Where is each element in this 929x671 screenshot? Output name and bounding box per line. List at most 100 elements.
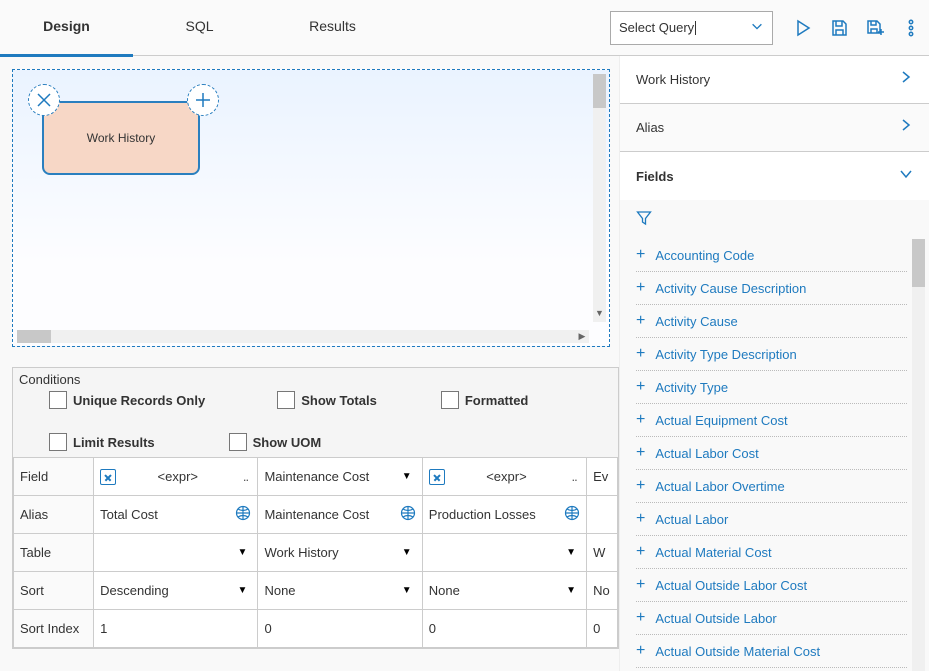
- design-canvas[interactable]: Work History ▼ ▶: [12, 69, 610, 347]
- plus-icon: +: [636, 609, 645, 627]
- scrollbar-thumb[interactable]: [912, 239, 925, 287]
- field-item[interactable]: +Activity Cause: [636, 305, 907, 338]
- formatted-label: Formatted: [465, 393, 529, 408]
- scroll-down-icon[interactable]: ▼: [593, 308, 606, 322]
- save-as-button[interactable]: [857, 10, 893, 46]
- canvas-node-work-history[interactable]: Work History: [42, 101, 200, 175]
- save-button[interactable]: [821, 10, 857, 46]
- field-item[interactable]: + Actual Labor Cost: [636, 437, 907, 470]
- field-item[interactable]: +Actual Labor: [636, 503, 907, 536]
- formatted-checkbox[interactable]: [441, 391, 459, 409]
- field-item[interactable]: +Actual Outside Labor Cost: [636, 569, 907, 602]
- node-remove-button[interactable]: [28, 84, 60, 116]
- plus-icon: +: [636, 411, 645, 429]
- alias-cell[interactable]: Production Losses: [422, 496, 586, 534]
- select-query-dropdown[interactable]: Select Query: [610, 11, 773, 45]
- filter-icon[interactable]: [636, 214, 652, 229]
- field-item[interactable]: +Actual Material Cost: [636, 536, 907, 569]
- dropdown-icon[interactable]: ▼: [237, 547, 251, 558]
- table-cell[interactable]: ▼: [422, 534, 586, 572]
- section-fields[interactable]: Fields: [620, 152, 929, 200]
- scroll-right-icon[interactable]: ▶: [575, 330, 589, 343]
- field-item[interactable]: +Actual Outside Material Cost: [636, 635, 907, 668]
- field-name: Activity Type Description: [655, 347, 796, 362]
- plus-icon: +: [636, 642, 645, 660]
- show-totals-checkbox[interactable]: [277, 391, 295, 409]
- dropdown-icon[interactable]: ▼: [402, 471, 416, 482]
- canvas-h-scrollbar[interactable]: ▶: [17, 330, 589, 343]
- sortindex-cell[interactable]: 0: [258, 610, 422, 648]
- dropdown-icon[interactable]: ▼: [402, 547, 416, 558]
- globe-icon[interactable]: [564, 505, 580, 524]
- chevron-down-icon: [899, 167, 913, 186]
- row-header-sort: Sort: [14, 572, 94, 610]
- table-cell[interactable]: Work History▼: [258, 534, 422, 572]
- table-cell[interactable]: W: [587, 534, 618, 572]
- limit-results-checkbox[interactable]: [49, 433, 67, 451]
- clear-icon[interactable]: [429, 469, 445, 485]
- field-item[interactable]: +Accounting Code: [636, 239, 907, 272]
- conditions-section: Conditions Unique Records Only Show Tota…: [12, 367, 619, 649]
- sort-cell[interactable]: No: [587, 572, 618, 610]
- field-name: Actual Outside Labor Cost: [655, 578, 807, 593]
- tab-sql[interactable]: SQL: [133, 0, 266, 57]
- field-name: Actual Equipment Cost: [655, 413, 787, 428]
- field-item[interactable]: +Actual Outside Labor: [636, 602, 907, 635]
- sort-cell[interactable]: None▼: [422, 572, 586, 610]
- scrollbar-thumb[interactable]: [593, 74, 606, 108]
- plus-icon: +: [636, 444, 645, 462]
- field-item[interactable]: + Actual Equipment Cost: [636, 404, 907, 437]
- table-cell[interactable]: ▼: [94, 534, 258, 572]
- field-cell[interactable]: <expr>..: [94, 458, 258, 496]
- field-item[interactable]: +Activity Cause Description: [636, 272, 907, 305]
- show-uom-checkbox[interactable]: [229, 433, 247, 451]
- field-cell[interactable]: Maintenance Cost▼: [258, 458, 422, 496]
- field-cell[interactable]: <expr>..: [422, 458, 586, 496]
- field-item[interactable]: +Activity Type Description: [636, 338, 907, 371]
- right-panel: Work History Alias Fields +Accounting Co…: [619, 56, 929, 671]
- alias-cell[interactable]: Maintenance Cost: [258, 496, 422, 534]
- tab-results[interactable]: Results: [266, 0, 399, 57]
- plus-icon: +: [636, 477, 645, 495]
- field-name: Actual Labor Cost: [655, 446, 758, 461]
- sortindex-cell[interactable]: 0: [422, 610, 586, 648]
- field-item[interactable]: +Actual Labor Overtime: [636, 470, 907, 503]
- scrollbar-thumb[interactable]: [17, 330, 51, 343]
- section-alias[interactable]: Alias: [620, 104, 929, 152]
- sortindex-cell[interactable]: 0: [587, 610, 618, 648]
- row-header-table: Table: [14, 534, 94, 572]
- field-cell[interactable]: Ev: [587, 458, 618, 496]
- clear-icon[interactable]: [100, 469, 116, 485]
- sortindex-cell[interactable]: 1: [94, 610, 258, 648]
- plus-icon: +: [636, 510, 645, 528]
- main-tabs: Design SQL Results: [0, 0, 399, 57]
- alias-cell[interactable]: [587, 496, 618, 534]
- run-button[interactable]: [785, 10, 821, 46]
- sort-cell[interactable]: Descending▼: [94, 572, 258, 610]
- ellipsis-icon[interactable]: ..: [568, 469, 580, 484]
- dropdown-icon[interactable]: ▼: [566, 585, 580, 596]
- globe-icon[interactable]: [235, 505, 251, 524]
- dropdown-icon[interactable]: ▼: [237, 585, 251, 596]
- sort-cell[interactable]: None▼: [258, 572, 422, 610]
- unique-records-checkbox[interactable]: [49, 391, 67, 409]
- more-menu-button[interactable]: [893, 10, 929, 46]
- plus-icon: +: [636, 279, 645, 297]
- node-add-button[interactable]: [187, 84, 219, 116]
- globe-icon[interactable]: [400, 505, 416, 524]
- field-name: Activity Type: [655, 380, 728, 395]
- row-header-field: Field: [14, 458, 94, 496]
- main-area: Work History ▼ ▶ Conditions: [0, 56, 929, 671]
- alias-cell[interactable]: Total Cost: [94, 496, 258, 534]
- plus-icon: +: [636, 378, 645, 396]
- tab-design[interactable]: Design: [0, 0, 133, 57]
- dropdown-icon[interactable]: ▼: [402, 585, 416, 596]
- section-work-history[interactable]: Work History: [620, 56, 929, 104]
- row-header-alias: Alias: [14, 496, 94, 534]
- ellipsis-icon[interactable]: ..: [239, 469, 251, 484]
- fields-v-scrollbar[interactable]: [912, 239, 925, 671]
- canvas-v-scrollbar[interactable]: ▼: [593, 74, 606, 322]
- field-item[interactable]: + Activity Type: [636, 371, 907, 404]
- field-name: Activity Cause: [655, 314, 737, 329]
- dropdown-icon[interactable]: ▼: [566, 547, 580, 558]
